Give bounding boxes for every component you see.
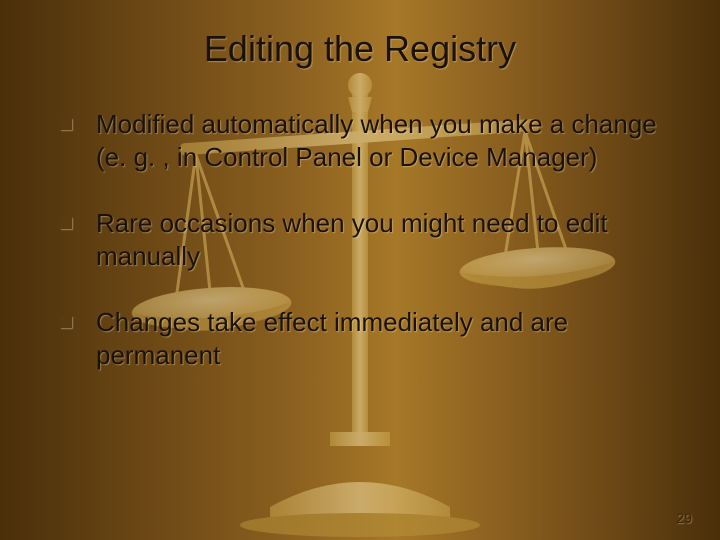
list-item: Modified automatically when you make a c… <box>60 108 670 173</box>
list-item: Changes take effect immediately and are … <box>60 306 670 371</box>
bullet-text: Changes take effect immediately and are … <box>96 306 670 371</box>
square-bullet-icon <box>60 118 72 130</box>
bullet-text: Modified automatically when you make a c… <box>96 108 670 173</box>
slide-number: 29 <box>676 510 692 526</box>
bullet-list: Modified automatically when you make a c… <box>60 108 670 405</box>
square-bullet-icon <box>60 316 72 328</box>
list-item: Rare occasions when you might need to ed… <box>60 207 670 272</box>
slide-title: Editing the Registry <box>0 28 720 70</box>
square-bullet-icon <box>60 217 72 229</box>
bullet-text: Rare occasions when you might need to ed… <box>96 207 670 272</box>
